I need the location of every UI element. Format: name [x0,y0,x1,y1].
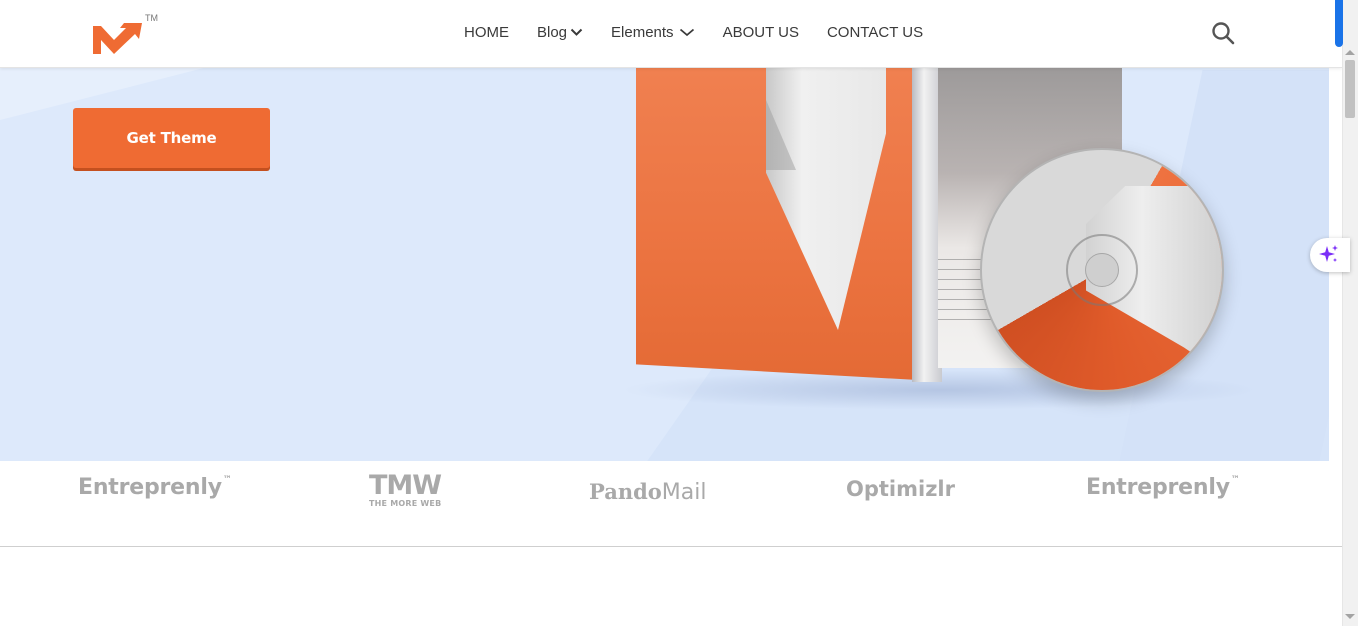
ai-assistant-button[interactable] [1310,238,1350,272]
site-logo[interactable] [90,18,150,58]
nav-label: Blog [537,24,568,41]
chevron-down-icon [570,28,583,36]
nav-label: Elements [611,24,674,41]
nav-contact-us[interactable]: CONTACT US [827,24,923,41]
browser-side-tab[interactable] [1335,0,1343,47]
scrollbar-thumb[interactable] [1345,60,1355,118]
cd-disc [980,148,1224,392]
sparkle-icon [1319,245,1338,262]
scroll-up-arrow-icon[interactable] [1345,50,1355,55]
site-header: TM HOME Blog Elements ABOUT US CONTACT U… [0,0,1342,68]
search-icon[interactable] [1211,21,1235,45]
brand-logo-tmw: TMW THE MORE WEB [369,470,442,508]
nav-home[interactable]: HOME [464,24,509,41]
brand-logo-entreprenly: Entreprenly™ [78,475,232,500]
partner-logos-strip: Entreprenly™ TMW THE MORE WEB PandoMail … [0,461,1342,547]
brand-logo-optimizlr: Optimizlr [846,477,955,501]
brand-logo-entreprenly: Entreprenly™ [1086,475,1240,500]
logo-trademark: TM [145,13,158,23]
hero-section: Get Theme [0,0,1329,461]
nav-label: ABOUT US [722,24,799,41]
get-theme-button[interactable]: Get Theme [73,108,270,168]
nav-label: HOME [464,24,509,41]
scroll-down-arrow-icon[interactable] [1345,614,1355,619]
brand-logo-pandomail: PandoMail [589,479,707,505]
nav-elements[interactable]: Elements [611,24,695,41]
nav-about-us[interactable]: ABOUT US [723,24,799,41]
main-nav: HOME Blog Elements ABOUT US CONTACT US [464,24,951,41]
nav-blog[interactable]: Blog [537,24,583,41]
product-illustration [600,60,1320,460]
chevron-down-icon [679,28,694,37]
nav-label: CONTACT US [826,24,924,41]
cd-center-hole [1085,253,1119,287]
